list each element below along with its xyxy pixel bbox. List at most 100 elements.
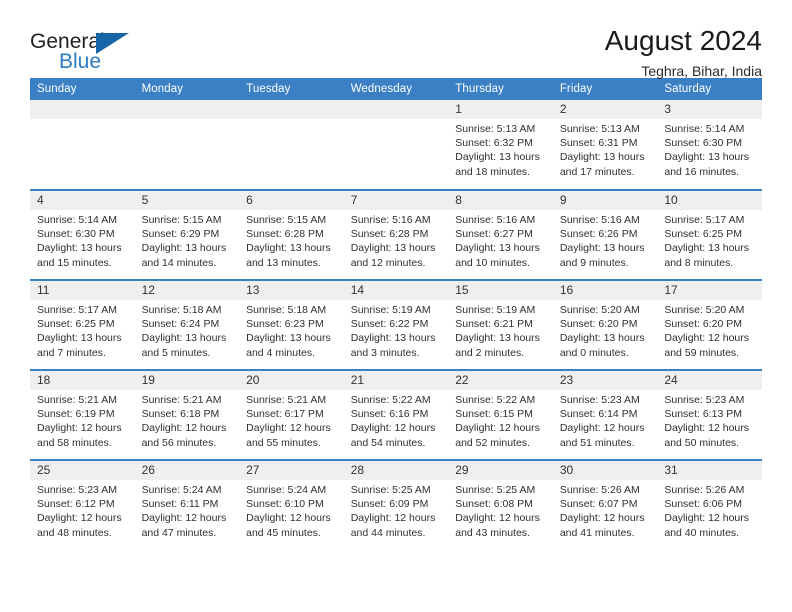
- calendar-day-cell[interactable]: 7 Sunrise: 5:16 AM Sunset: 6:28 PM Daylight…: [343, 189, 449, 280]
- day-number: 14: [343, 281, 449, 300]
- daylight-text-line2: and 55 minutes.: [246, 436, 321, 449]
- day-cell-inner: 21 Sunrise: 5:22 AM Sunset: 6:16 PM Dayligh…: [343, 371, 449, 459]
- page-title: August 2024: [604, 25, 762, 56]
- weekday-header-monday: Monday: [134, 78, 240, 100]
- daylight-text-line1: Daylight: 12 hours: [350, 512, 436, 525]
- day-cell-inner: 26 Sunrise: 5:24 AM Sunset: 6:11 PM Dayligh…: [134, 461, 240, 550]
- brand-logo[interactable]: General Blue: [30, 26, 150, 82]
- calendar-day-cell[interactable]: 11 Sunrise: 5:17 AM Sunset: 6:25 PM Dayligh…: [30, 279, 135, 370]
- sunset-text: Sunset: 6:30 PM: [37, 228, 115, 241]
- calendar-day-cell[interactable]: 8 Sunrise: 5:16 AM Sunset: 6:27 PM Daylight…: [448, 189, 553, 280]
- daylight-text-line2: and 44 minutes.: [350, 526, 426, 539]
- day-number: 25: [30, 461, 135, 480]
- sunset-text: Sunset: 6:32 PM: [455, 137, 533, 150]
- calendar-cell-empty: [134, 100, 240, 190]
- sunrise-text: Sunrise: 5:16 AM: [455, 214, 536, 226]
- calendar-day-cell[interactable]: 3 Sunrise: 5:14 AM Sunset: 6:30 PM Daylight…: [657, 100, 762, 190]
- calendar-day-cell[interactable]: 31 Sunrise: 5:26 AM Sunset: 6:06 PM Dayligh…: [657, 459, 762, 550]
- day-cell-inner: 14 Sunrise: 5:19 AM Sunset: 6:22 PM Dayligh…: [343, 281, 449, 369]
- sunset-text: Sunset: 6:27 PM: [455, 228, 533, 241]
- sunrise-text: Sunrise: 5:26 AM: [559, 484, 640, 496]
- day-number: 28: [343, 461, 449, 480]
- day-number: 8: [448, 191, 553, 210]
- calendar-day-cell[interactable]: 23 Sunrise: 5:23 AM Sunset: 6:14 PM Dayligh…: [552, 369, 658, 460]
- daylight-text-line2: and 52 minutes.: [455, 436, 530, 449]
- sunrise-text: Sunrise: 5:21 AM: [37, 394, 117, 406]
- daylight-text-line1: Daylight: 12 hours: [664, 512, 750, 525]
- day-details: Sunrise: 5:15 AM Sunset: 6:28 PM Daylight:…: [239, 210, 344, 270]
- calendar-day-cell[interactable]: 27 Sunrise: 5:24 AM Sunset: 6:10 PM Dayligh…: [239, 459, 344, 550]
- day-number: [30, 100, 135, 119]
- daylight-text-line2: and 3 minutes.: [350, 346, 420, 359]
- weekday-header-saturday: Saturday: [657, 78, 762, 100]
- daylight-text-line2: and 10 minutes.: [455, 256, 530, 269]
- calendar-day-cell[interactable]: 20 Sunrise: 5:21 AM Sunset: 6:17 PM Dayligh…: [239, 369, 344, 460]
- calendar-day-cell[interactable]: 10 Sunrise: 5:17 AM Sunset: 6:25 PM Dayligh…: [657, 189, 762, 280]
- brand-name-general: General: [30, 30, 105, 53]
- calendar-day-cell[interactable]: 14 Sunrise: 5:19 AM Sunset: 6:22 PM Dayligh…: [343, 279, 449, 370]
- day-cell-inner: 15 Sunrise: 5:19 AM Sunset: 6:21 PM Dayligh…: [448, 281, 553, 369]
- calendar-day-cell[interactable]: 29 Sunrise: 5:25 AM Sunset: 6:08 PM Dayligh…: [448, 459, 553, 550]
- daylight-text-line2: and 51 minutes.: [559, 436, 635, 449]
- daylight-text-line1: Daylight: 12 hours: [246, 512, 331, 525]
- calendar-day-cell[interactable]: 9 Sunrise: 5:16 AM Sunset: 6:26 PM Daylight…: [552, 189, 658, 280]
- day-number: 31: [657, 461, 762, 480]
- daylight-text-line2: and 12 minutes.: [350, 256, 426, 269]
- day-details: Sunrise: 5:16 AM Sunset: 6:27 PM Daylight:…: [448, 210, 553, 270]
- sunrise-text: Sunrise: 5:14 AM: [37, 214, 117, 226]
- calendar-day-cell[interactable]: 28 Sunrise: 5:25 AM Sunset: 6:09 PM Dayligh…: [343, 459, 449, 550]
- day-number: 20: [239, 371, 344, 390]
- sunset-text: Sunset: 6:28 PM: [350, 228, 429, 241]
- sunset-text: Sunset: 6:16 PM: [350, 408, 429, 421]
- day-details: Sunrise: 5:25 AM Sunset: 6:08 PM Daylight:…: [448, 480, 553, 540]
- day-number: 26: [134, 461, 240, 480]
- calendar-day-cell[interactable]: 21 Sunrise: 5:22 AM Sunset: 6:16 PM Dayligh…: [343, 369, 449, 460]
- daylight-text-line1: Daylight: 13 hours: [455, 151, 540, 164]
- calendar-day-cell[interactable]: 30 Sunrise: 5:26 AM Sunset: 6:07 PM Dayligh…: [552, 459, 658, 550]
- sunset-text: Sunset: 6:25 PM: [664, 228, 743, 241]
- calendar-day-cell[interactable]: 5 Sunrise: 5:15 AM Sunset: 6:29 PM Daylight…: [134, 189, 240, 280]
- day-cell-inner: 5 Sunrise: 5:15 AM Sunset: 6:29 PM Daylight…: [134, 191, 240, 279]
- day-cell-inner: 2 Sunrise: 5:13 AM Sunset: 6:31 PM Daylight…: [552, 100, 658, 189]
- calendar-day-cell[interactable]: 4 Sunrise: 5:14 AM Sunset: 6:30 PM Daylight…: [30, 189, 135, 280]
- calendar-day-cell[interactable]: 22 Sunrise: 5:22 AM Sunset: 6:15 PM Dayligh…: [448, 369, 553, 460]
- daylight-text-line2: and 2 minutes.: [455, 346, 525, 359]
- day-cell-inner: 4 Sunrise: 5:14 AM Sunset: 6:30 PM Daylight…: [30, 191, 135, 279]
- daylight-text-line2: and 15 minutes.: [37, 256, 112, 269]
- sunrise-text: Sunrise: 5:18 AM: [246, 304, 327, 316]
- daylight-text-line1: Daylight: 13 hours: [246, 332, 331, 345]
- calendar-day-cell[interactable]: 18 Sunrise: 5:21 AM Sunset: 6:19 PM Dayligh…: [30, 369, 135, 460]
- sunset-text: Sunset: 6:21 PM: [455, 318, 533, 331]
- sunrise-text: Sunrise: 5:26 AM: [664, 484, 745, 496]
- day-details: Sunrise: 5:14 AM Sunset: 6:30 PM Daylight:…: [30, 210, 135, 270]
- calendar-day-cell[interactable]: 13 Sunrise: 5:18 AM Sunset: 6:23 PM Dayligh…: [239, 279, 344, 370]
- sunset-text: Sunset: 6:25 PM: [37, 318, 115, 331]
- day-cell-inner: [343, 100, 449, 189]
- calendar-day-cell[interactable]: 25 Sunrise: 5:23 AM Sunset: 6:12 PM Dayligh…: [30, 459, 135, 550]
- calendar-day-cell[interactable]: 17 Sunrise: 5:20 AM Sunset: 6:20 PM Dayligh…: [657, 279, 762, 370]
- calendar-day-cell[interactable]: 1 Sunrise: 5:13 AM Sunset: 6:32 PM Daylight…: [448, 100, 553, 190]
- calendar-day-cell[interactable]: 2 Sunrise: 5:13 AM Sunset: 6:31 PM Daylight…: [552, 100, 658, 190]
- daylight-text-line1: Daylight: 12 hours: [141, 512, 227, 525]
- day-number: [134, 100, 240, 119]
- day-details: Sunrise: 5:17 AM Sunset: 6:25 PM Daylight:…: [30, 300, 135, 360]
- daylight-text-line2: and 5 minutes.: [141, 346, 211, 359]
- sunset-text: Sunset: 6:11 PM: [141, 498, 219, 511]
- sunset-text: Sunset: 6:19 PM: [37, 408, 115, 421]
- day-number: 17: [657, 281, 762, 300]
- daylight-text-line2: and 18 minutes.: [455, 165, 530, 178]
- calendar-day-cell[interactable]: 24 Sunrise: 5:23 AM Sunset: 6:13 PM Dayligh…: [657, 369, 762, 460]
- calendar-day-cell[interactable]: 19 Sunrise: 5:21 AM Sunset: 6:18 PM Dayligh…: [134, 369, 240, 460]
- daylight-text-line1: Daylight: 12 hours: [246, 422, 331, 435]
- day-details: Sunrise: 5:16 AM Sunset: 6:26 PM Daylight:…: [553, 210, 658, 270]
- calendar-day-cell[interactable]: 26 Sunrise: 5:24 AM Sunset: 6:11 PM Dayligh…: [134, 459, 240, 550]
- daylight-text-line1: Daylight: 12 hours: [455, 512, 540, 525]
- calendar-day-cell[interactable]: 15 Sunrise: 5:19 AM Sunset: 6:21 PM Dayligh…: [448, 279, 553, 370]
- day-cell-inner: 29 Sunrise: 5:25 AM Sunset: 6:08 PM Dayligh…: [448, 461, 553, 550]
- calendar-day-cell[interactable]: 12 Sunrise: 5:18 AM Sunset: 6:24 PM Dayligh…: [134, 279, 240, 370]
- calendar-day-cell[interactable]: 16 Sunrise: 5:20 AM Sunset: 6:20 PM Dayligh…: [552, 279, 658, 370]
- calendar-day-cell[interactable]: 6 Sunrise: 5:15 AM Sunset: 6:28 PM Daylight…: [239, 189, 344, 280]
- daylight-text-line1: Daylight: 12 hours: [559, 422, 645, 435]
- daylight-text-line1: Daylight: 13 hours: [246, 242, 331, 255]
- day-details: Sunrise: 5:16 AM Sunset: 6:28 PM Daylight:…: [344, 210, 449, 270]
